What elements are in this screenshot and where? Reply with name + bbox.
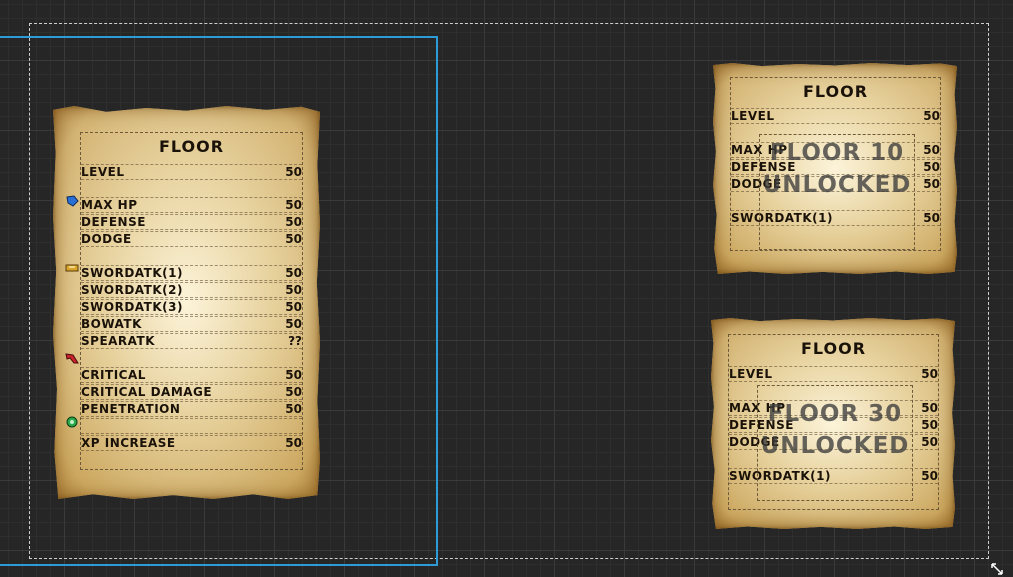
unlocked-overlay: FLOOR 30 UNLOCKED [757,385,913,501]
stat-row-critical: CRITICAL 50 [81,367,302,383]
card-title: FLOOR [802,82,869,101]
card-title: FLOOR [158,137,225,156]
card-content-frame: FLOOR LEVEL 50 MAX HP 50 DEFENSE 50 DODG… [728,334,939,510]
unlocked-overlay: FLOOR 10 UNLOCKED [759,134,915,250]
stat-row-penetration: PENETRATION 50 [81,401,302,417]
stat-row-dodge: DODGE 50 [81,231,302,247]
stat-row-maxhp: MAX HP 50 [81,197,302,213]
stat-row-xp-increase: XP INCREASE 50 [81,435,302,451]
overlay-floor-label: FLOOR 10 [769,140,905,166]
stat-row-level: LEVEL 50 [81,164,302,180]
card-content-frame: FLOOR LEVEL 50 MAX HP 50 DEFENSE 50 DODG… [80,132,303,470]
overlay-unlocked-label: UNLOCKED [762,172,912,198]
overlay-floor-label: FLOOR 30 [767,401,903,427]
floor-card-left[interactable]: FLOOR LEVEL 50 MAX HP 50 DEFENSE 50 DODG… [53,106,320,499]
stat-row-level: LEVEL 50 [731,108,940,124]
card-title: FLOOR [800,339,867,358]
stat-row-spearatk: SPEARATK ?? [81,333,302,349]
floor-card-top-right[interactable]: FLOOR LEVEL 50 MAX HP 50 DEFENSE 50 DODG… [713,63,957,274]
stat-row-bowatk: BOWATK 50 [81,316,302,332]
axe-icon [65,353,79,364]
shield-icon [66,195,79,207]
card-content-frame: FLOOR LEVEL 50 MAX HP 50 DEFENSE 50 DODG… [730,77,941,251]
sword-icon [65,264,79,272]
stat-row-empty [81,418,302,434]
stat-row-swordatk1: SWORDATK(1) 50 [81,265,302,281]
stat-row-critical-damage: CRITICAL DAMAGE 50 [81,384,302,400]
overlay-unlocked-label: UNLOCKED [760,433,910,459]
xp-icon [66,416,78,428]
stat-row-swordatk3: SWORDATK(3) 50 [81,299,302,315]
floor-card-bottom-right[interactable]: FLOOR LEVEL 50 MAX HP 50 DEFENSE 50 DODG… [711,318,955,529]
resize-handle-icon[interactable] [991,563,1005,577]
stat-row-defense: DEFENSE 50 [81,214,302,230]
stat-row-level: LEVEL 50 [729,366,938,382]
stat-row-swordatk2: SWORDATK(2) 50 [81,282,302,298]
